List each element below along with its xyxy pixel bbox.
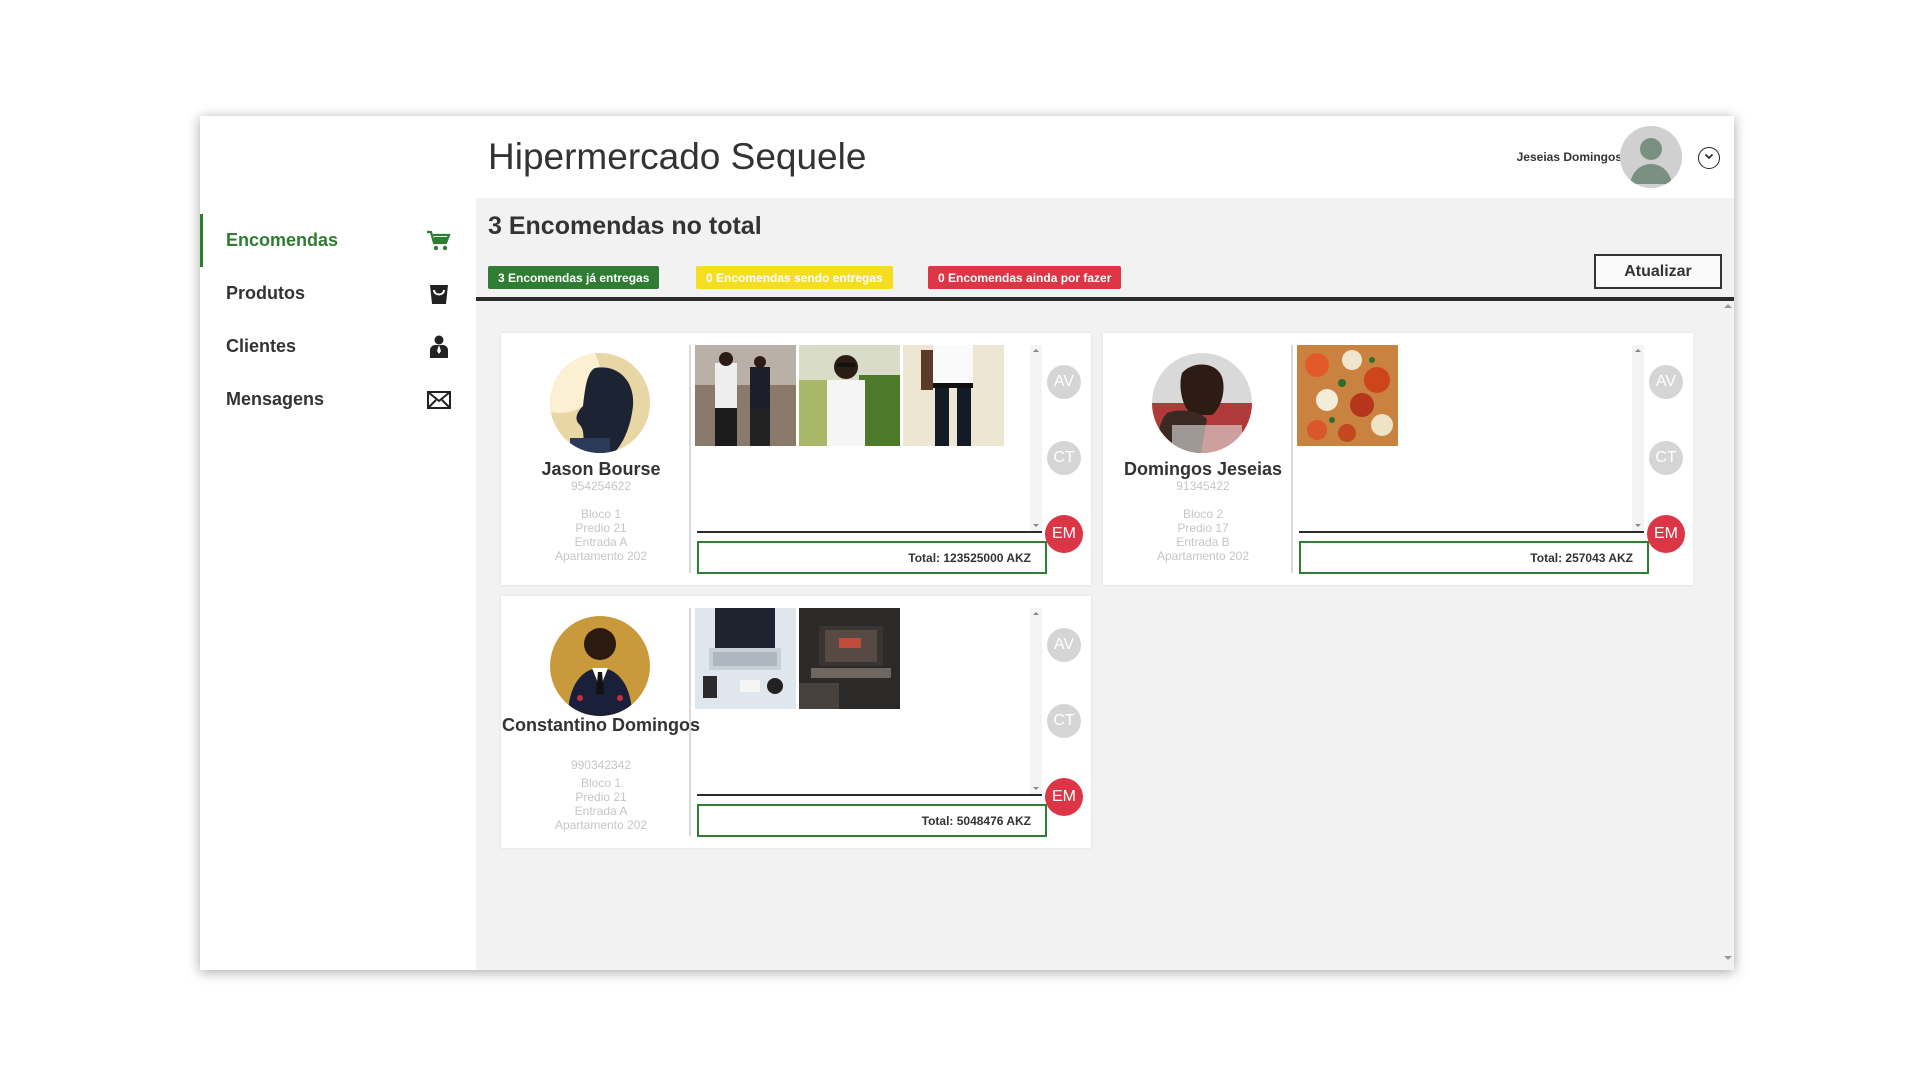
address-line: Entrada B [1176,535,1230,549]
scroll-up-icon[interactable] [1033,349,1039,352]
separator [1291,345,1293,573]
product-scrollbar[interactable] [1030,345,1042,531]
scroll-down-icon[interactable] [1033,524,1039,527]
product-image[interactable] [695,345,796,446]
address-line: Bloco 1 [580,507,622,521]
address-line: Predio 21 [575,790,627,804]
customer-name: Jason Bourse [541,459,661,479]
product-list[interactable] [695,608,1045,794]
main-scrollbar[interactable] [1722,302,1734,970]
chevron-down-icon [1703,149,1715,167]
scroll-up-icon[interactable] [1033,612,1039,615]
sidebar-item-mensagens[interactable]: Mensagens [200,373,476,426]
cart-icon [426,229,452,253]
address-line: Bloco 2 [1182,507,1224,521]
sidebar: Encomendas Produtos Clientes Mensagens [200,116,476,970]
customer-phone: 954254622 [570,479,632,493]
address-line: Apartamento 202 [554,549,648,563]
product-scrollbar[interactable] [1632,345,1644,531]
order-card: Jason Bourse 954254622 Bloco 1 Predio 21… [501,333,1091,585]
sidebar-item-produtos[interactable]: Produtos [200,267,476,320]
shopping-bag-icon [426,282,452,306]
main-content: 3 Encomendas no total 3 Encomendas já en… [476,198,1734,970]
customer-info: Jason Bourse 954254622 Bloco 1 Predio 21… [501,333,689,585]
envelope-icon [426,388,452,412]
product-list[interactable] [695,345,1045,531]
status-em-button[interactable]: EM [1045,515,1083,553]
status-av-button[interactable]: AV [1649,365,1683,399]
customer-info: Domingos Jeseias 91345422 Bloco 2 Predio… [1103,333,1291,585]
address-line: Entrada A [574,804,628,818]
pending-badge[interactable]: 0 Encomendas ainda por fazer [928,266,1122,289]
customer-info: Constantino Domingos 990342342 Bloco 1 P… [501,596,700,848]
order-card: Domingos Jeseias 91345422 Bloco 2 Predio… [1103,333,1693,585]
scroll-down-icon[interactable] [1724,956,1732,960]
page-title: Hipermercado Sequele [488,136,867,177]
orders-summary: 3 Encomendas no total [488,212,762,240]
address-line: Apartamento 202 [1156,549,1250,563]
product-image[interactable] [799,345,900,446]
product-image[interactable] [799,608,900,709]
scroll-down-icon[interactable] [1033,787,1039,790]
address-line: Predio 21 [575,521,627,535]
divider [697,794,1042,796]
sidebar-item-label: Produtos [226,283,305,303]
sidebar-item-encomendas[interactable]: Encomendas [200,214,476,267]
order-total: Total: 5048476 AKZ [697,804,1047,837]
sidebar-nav: Encomendas Produtos Clientes Mensagens [200,214,476,426]
refresh-button[interactable]: Atualizar [1594,254,1722,289]
customer-avatar [550,353,650,453]
status-em-button[interactable]: EM [1647,515,1685,553]
product-scrollbar[interactable] [1030,608,1042,794]
sidebar-item-clientes[interactable]: Clientes [200,320,476,373]
in-delivery-badge[interactable]: 0 Encomendas sendo entregas [696,266,893,289]
sidebar-item-label: Mensagens [226,389,325,409]
app-window: Encomendas Produtos Clientes Mensagens H… [200,116,1734,970]
address-line: Entrada A [574,535,628,549]
status-ct-button[interactable]: CT [1649,441,1683,475]
order-total: Total: 257043 AKZ [1299,541,1649,574]
separator [689,345,691,573]
status-av-button[interactable]: AV [1047,365,1081,399]
scroll-up-icon[interactable] [1724,304,1732,308]
user-name: Jeseias Domingos [1516,150,1622,164]
delivered-badge[interactable]: 3 Encomendas já entregas [488,266,660,289]
address-line: Bloco 1 [580,776,622,790]
separator [689,608,691,836]
sidebar-item-label: Clientes [226,336,297,356]
product-image[interactable] [695,608,796,709]
user-menu-button[interactable] [1698,147,1720,169]
order-total: Total: 123525000 AKZ [697,541,1047,574]
divider [476,297,1734,301]
sidebar-item-label: Encomendas [226,230,339,250]
status-ct-button[interactable]: CT [1047,441,1081,475]
address-line: Predio 17 [1177,521,1229,535]
avatar[interactable] [1620,126,1682,188]
product-image[interactable] [1297,345,1398,446]
product-list[interactable] [1297,345,1647,531]
scroll-down-icon[interactable] [1635,524,1641,527]
person-icon [426,335,452,359]
customer-avatar [1152,353,1252,453]
customer-avatar [550,616,650,716]
scroll-up-icon[interactable] [1635,349,1641,352]
status-em-button[interactable]: EM [1045,778,1083,816]
customer-name: Constantino Domingos [502,715,700,735]
customer-phone: 990342342 [570,758,632,772]
customer-name: Domingos Jeseias [1123,459,1283,479]
product-image[interactable] [903,345,1004,446]
status-av-button[interactable]: AV [1047,628,1081,662]
order-card: Constantino Domingos 990342342 Bloco 1 P… [501,596,1091,848]
address-line: Apartamento 202 [554,818,648,832]
status-ct-button[interactable]: CT [1047,704,1081,738]
customer-phone: 91345422 [1176,479,1230,493]
divider [697,531,1042,533]
header: Hipermercado Sequele Jeseias Domingos [476,116,1734,198]
divider [1299,531,1644,533]
